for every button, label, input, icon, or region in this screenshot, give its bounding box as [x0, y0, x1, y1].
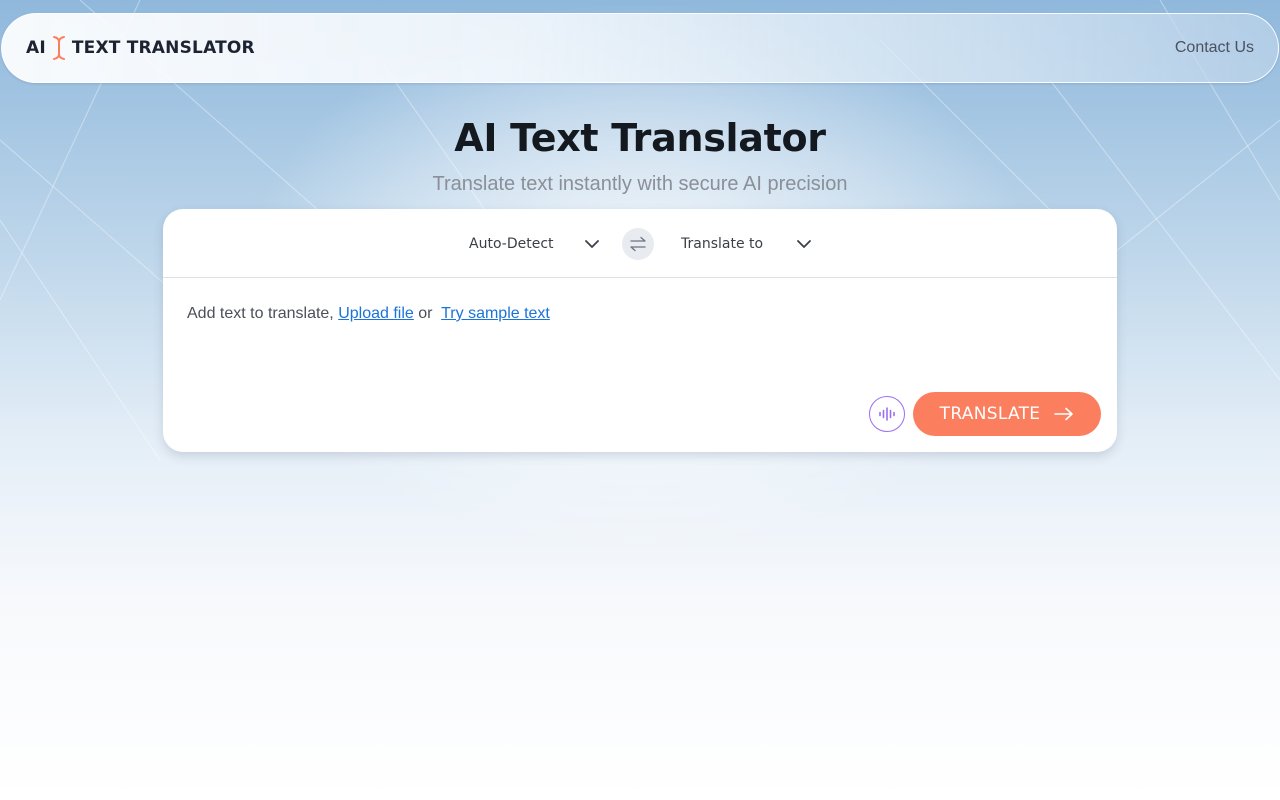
- logo-text-translator: TEXT TRANSLATOR: [71, 38, 255, 58]
- voice-waveform-icon: [879, 407, 895, 421]
- source-language-label: Auto-Detect: [469, 236, 554, 252]
- voice-input-button[interactable]: [869, 396, 905, 432]
- swap-languages-button[interactable]: [622, 228, 654, 260]
- text-cursor-icon: [52, 35, 66, 61]
- chevron-down-icon: [585, 240, 599, 248]
- arrow-right-icon: [1054, 407, 1074, 421]
- logo-text-ai: AI: [26, 38, 46, 58]
- top-nav: AI TEXT TRANSLATOR Contact Us: [1, 13, 1279, 83]
- page-subtitle: Translate text instantly with secure AI …: [432, 173, 848, 195]
- logo[interactable]: AI TEXT TRANSLATOR: [26, 35, 255, 61]
- translate-button-label: TRANSLATE: [939, 404, 1041, 424]
- target-language-label: Translate to: [681, 236, 764, 252]
- translate-button[interactable]: TRANSLATE: [913, 392, 1101, 436]
- upload-file-link[interactable]: Upload file: [338, 305, 414, 322]
- chevron-down-icon: [797, 240, 811, 248]
- or-text: or: [418, 305, 433, 322]
- page-title: AI Text Translator: [454, 116, 826, 160]
- swap-arrows-icon: [630, 236, 646, 252]
- text-input-area[interactable]: Add text to translate, Upload file or Tr…: [187, 305, 550, 323]
- language-bar: Auto-Detect Translate to: [163, 209, 1117, 278]
- contact-us-link[interactable]: Contact Us: [1175, 39, 1254, 57]
- translator-card: Auto-Detect Translate to Add text to tra…: [163, 209, 1117, 452]
- input-prompt: Add text to translate,: [187, 305, 334, 322]
- source-language-select[interactable]: Auto-Detect: [469, 231, 601, 257]
- try-sample-text-link[interactable]: Try sample text: [441, 305, 550, 322]
- target-language-select[interactable]: Translate to: [681, 231, 813, 257]
